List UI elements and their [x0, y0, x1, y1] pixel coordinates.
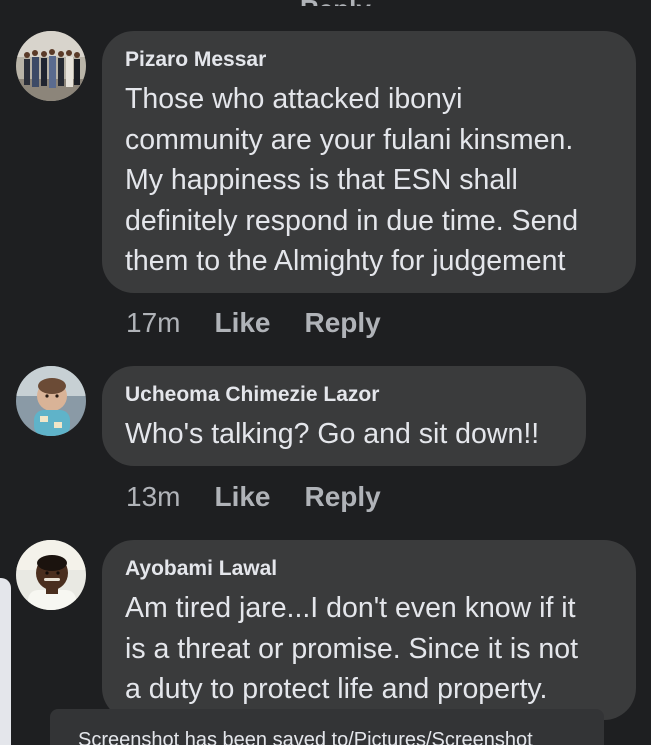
comment-text-line: a duty to protect life and property.: [125, 673, 548, 705]
comment-text-line: is a threat or promise. Since it is not: [125, 632, 579, 665]
like-button[interactable]: Like: [214, 481, 270, 512]
comment-text-line: Who's talking? Go and sit down!!: [125, 418, 540, 450]
comment-text-line: My happiness is that ESN shall: [125, 164, 518, 196]
comment-bubble[interactable]: Ayobami Lawal Am tired jare...I don't ev…: [102, 540, 636, 720]
comment-text: Those who attacked ibonyi community are …: [125, 79, 614, 282]
comment-bubble[interactable]: Ucheoma Chimezie Lazor Who's talking? Go…: [102, 366, 586, 466]
reply-button[interactable]: Reply: [305, 481, 381, 512]
comment-text-line: them to the Almighty for judgement: [125, 245, 566, 277]
previous-reply-fragment: Reply: [300, 0, 390, 6]
avatar[interactable]: [16, 31, 86, 101]
comment-text-line: Am tired jare...I don't even know if it: [125, 592, 576, 624]
comment-actions: 13m Like Reply: [126, 481, 381, 513]
comment-text-line: community are your fulani kinsmen.: [125, 123, 574, 156]
comments-screen: Reply: [0, 0, 651, 745]
edge-panel-handle[interactable]: [0, 578, 11, 745]
reply-button[interactable]: Reply: [305, 307, 381, 338]
comment-text: Am tired jare...I don't even know if it …: [125, 588, 614, 710]
avatar[interactable]: [16, 366, 86, 436]
screenshot-toast: Screenshot has been saved to/Pictures/Sc…: [50, 709, 604, 745]
comment-text-line: Those who attacked ibonyi: [125, 83, 463, 115]
comment-text: Who's talking? Go and sit down!!: [125, 414, 564, 455]
comment-timestamp: 17m: [126, 307, 181, 338]
comment-actions: 17m Like Reply: [126, 307, 381, 339]
avatar[interactable]: [16, 540, 86, 610]
comment-timestamp: 13m: [126, 481, 181, 512]
toast-message: Screenshot has been saved to/Pictures/Sc…: [78, 729, 533, 745]
like-button[interactable]: Like: [214, 307, 270, 338]
comment-author[interactable]: Ayobami Lawal: [125, 556, 614, 582]
comment-author[interactable]: Ucheoma Chimezie Lazor: [125, 382, 564, 408]
comment-bubble[interactable]: Pizaro Messar Those who attacked ibonyi …: [102, 31, 636, 293]
comment-text-line: definitely respond in due time. Send: [125, 204, 579, 237]
comment-author[interactable]: Pizaro Messar: [125, 47, 614, 73]
